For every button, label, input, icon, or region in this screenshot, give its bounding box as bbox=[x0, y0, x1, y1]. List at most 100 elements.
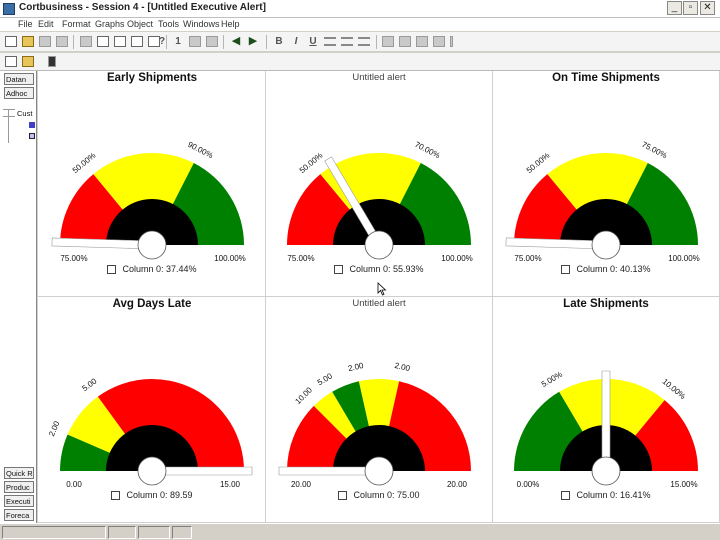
toolbar-separator bbox=[376, 35, 377, 49]
grid-icon[interactable] bbox=[382, 36, 394, 47]
columns-icon[interactable] bbox=[433, 36, 445, 47]
gauge-max-label: 100.00% bbox=[668, 254, 700, 263]
menu-help[interactable]: Help bbox=[221, 18, 240, 30]
gauge-threshold: 10.00 bbox=[293, 385, 314, 406]
gauge-needle-cap bbox=[591, 230, 621, 260]
back-arrow-icon[interactable]: ◀ bbox=[230, 36, 242, 47]
section-forecast-button[interactable]: Foreca bbox=[4, 509, 34, 521]
status-cell bbox=[138, 526, 170, 539]
gauge-checkbox[interactable] bbox=[561, 265, 571, 275]
print-icon[interactable] bbox=[80, 36, 92, 47]
gauge-max-label: 15.00 bbox=[220, 480, 241, 489]
bold-icon[interactable]: B bbox=[273, 36, 285, 47]
new-file-icon[interactable] bbox=[5, 36, 17, 47]
close-button[interactable]: ✕ bbox=[700, 1, 715, 15]
tree-node-icon[interactable] bbox=[29, 122, 35, 128]
sort-icon[interactable] bbox=[206, 36, 218, 47]
gauge-needle-cap bbox=[137, 230, 167, 260]
gauge-panel[interactable]: On Time Shipments 50.00% 75.00% 75.00% 100.0… bbox=[492, 71, 720, 297]
gauge-threshold-high: 5.00 bbox=[80, 376, 98, 393]
marker-icon[interactable] bbox=[48, 56, 56, 67]
section-icon[interactable] bbox=[5, 56, 17, 67]
table-icon[interactable] bbox=[399, 36, 411, 47]
gauge-value-label: Column 0: 16.41% bbox=[576, 490, 651, 500]
gauge-needle-cap bbox=[137, 456, 167, 486]
menu-file[interactable]: File bbox=[18, 18, 33, 30]
gauge-checkbox[interactable] bbox=[107, 265, 117, 275]
underline-icon[interactable]: U bbox=[307, 36, 319, 47]
maximize-button[interactable]: ▫ bbox=[683, 1, 698, 15]
status-cell bbox=[172, 526, 192, 539]
split-icon[interactable] bbox=[450, 36, 453, 47]
gauge-checkbox[interactable] bbox=[338, 491, 348, 501]
menu-object[interactable]: Object bbox=[127, 18, 153, 30]
forward-arrow-icon[interactable]: ▶ bbox=[247, 36, 259, 47]
gauge-max-label: 100.00% bbox=[441, 254, 473, 263]
gauge-threshold: 5.00 bbox=[316, 371, 334, 387]
gauge-panel[interactable]: Untitled alert 50.00% 70.00% 75.00% 100.00% C… bbox=[265, 71, 493, 297]
cut-icon[interactable] bbox=[97, 36, 109, 47]
section-adhoc-button[interactable]: Adhoc bbox=[4, 87, 34, 99]
gauge-checkbox[interactable] bbox=[561, 491, 571, 501]
open-folder-icon[interactable] bbox=[22, 36, 34, 47]
section-panel: Datan Adhoc Cust Quick R Produc Executi … bbox=[0, 71, 37, 523]
copy-icon[interactable] bbox=[114, 36, 126, 47]
italic-icon[interactable]: I bbox=[290, 36, 302, 47]
align-right-icon[interactable] bbox=[358, 37, 370, 46]
gauge-threshold-low: 50.00% bbox=[525, 151, 552, 175]
gauge-value-label: Column 0: 40.13% bbox=[576, 264, 651, 274]
gauge-checkbox[interactable] bbox=[111, 491, 121, 501]
mouse-cursor-icon bbox=[377, 282, 387, 296]
align-center-icon[interactable] bbox=[341, 37, 353, 46]
gauge-min-label: 75.00% bbox=[60, 254, 87, 263]
gauge-threshold-low: 50.00% bbox=[298, 151, 325, 175]
title-bar: Cortbusiness - Session 4 - [Untitled Exe… bbox=[0, 0, 720, 18]
gauge-needle bbox=[601, 370, 611, 472]
tree-node-icon[interactable] bbox=[29, 133, 35, 139]
gauge-threshold-low: 50.00% bbox=[71, 151, 98, 175]
gauge-checkbox[interactable] bbox=[334, 265, 344, 275]
status-bar bbox=[0, 523, 720, 540]
menu-edit[interactable]: Edit bbox=[38, 18, 54, 30]
gauge-max-label: 20.00 bbox=[447, 480, 468, 489]
section-datamodel-button[interactable]: Datan bbox=[4, 73, 34, 85]
layout-icon[interactable] bbox=[416, 36, 428, 47]
menu-tools[interactable]: Tools bbox=[158, 18, 179, 30]
executive-alert-canvas: Early Shipments 50.00% 90.00% 75.00% 100.00%… bbox=[38, 71, 720, 523]
main-toolbar: ? 1 ◀ ▶ B I U bbox=[0, 32, 720, 52]
gauge-threshold-high: 70.00% bbox=[413, 140, 441, 160]
gauge-value-label: Column 0: 75.00 bbox=[353, 490, 420, 500]
section-tree: Cust bbox=[2, 109, 36, 143]
save-all-icon[interactable] bbox=[56, 36, 68, 47]
gauge-panel[interactable]: Avg Days Late 2.00 5.00 0.00 15.00 Column 0: … bbox=[38, 297, 266, 523]
menu-bar: File Edit Format Graphs Object Tools Win… bbox=[0, 18, 720, 31]
section-executive-button[interactable]: Executi bbox=[4, 495, 34, 507]
gauge-footer: Column 0: 40.13% bbox=[492, 264, 720, 275]
gauge-panel[interactable]: Late Shipments 5.00% 10.00% 0.00% 15.00% Colu… bbox=[492, 297, 720, 523]
menu-graphs[interactable]: Graphs bbox=[95, 18, 125, 30]
align-left-icon[interactable] bbox=[324, 37, 336, 46]
gauge-max-label: 100.00% bbox=[214, 254, 246, 263]
gauge-needle-cap bbox=[591, 456, 621, 486]
info-icon[interactable]: 1 bbox=[172, 36, 184, 47]
pivot-icon[interactable] bbox=[22, 56, 34, 67]
section-quick-report-button[interactable]: Quick R bbox=[4, 467, 34, 479]
gauge-threshold-low: 5.00% bbox=[540, 370, 564, 389]
gauge-panel[interactable]: Early Shipments 50.00% 90.00% 75.00% 100.00%… bbox=[38, 71, 266, 297]
tree-item-label[interactable]: Cust bbox=[17, 109, 32, 118]
gauge-threshold: 2.00 bbox=[347, 361, 365, 373]
section-products-button[interactable]: Produc bbox=[4, 481, 34, 493]
menu-format[interactable]: Format bbox=[62, 18, 91, 30]
save-icon[interactable] bbox=[39, 36, 51, 47]
minimize-button[interactable]: _ bbox=[667, 1, 682, 15]
gauge-threshold-high: 75.00% bbox=[640, 140, 668, 160]
gauge-panel[interactable]: Untitled alert 10.00 5.00 2.00 2.00 20.00 20.0… bbox=[265, 297, 493, 523]
paste-icon[interactable] bbox=[131, 36, 143, 47]
help-icon[interactable]: ? bbox=[156, 36, 168, 47]
gauge-footer: Column 0: 89.59 bbox=[38, 490, 266, 501]
menu-windows[interactable]: Windows bbox=[183, 18, 220, 30]
gauge-threshold-low: 2.00 bbox=[47, 419, 62, 437]
filter-icon[interactable] bbox=[189, 36, 201, 47]
toolbar-separator bbox=[266, 35, 267, 49]
toolbar-separator bbox=[223, 35, 224, 49]
